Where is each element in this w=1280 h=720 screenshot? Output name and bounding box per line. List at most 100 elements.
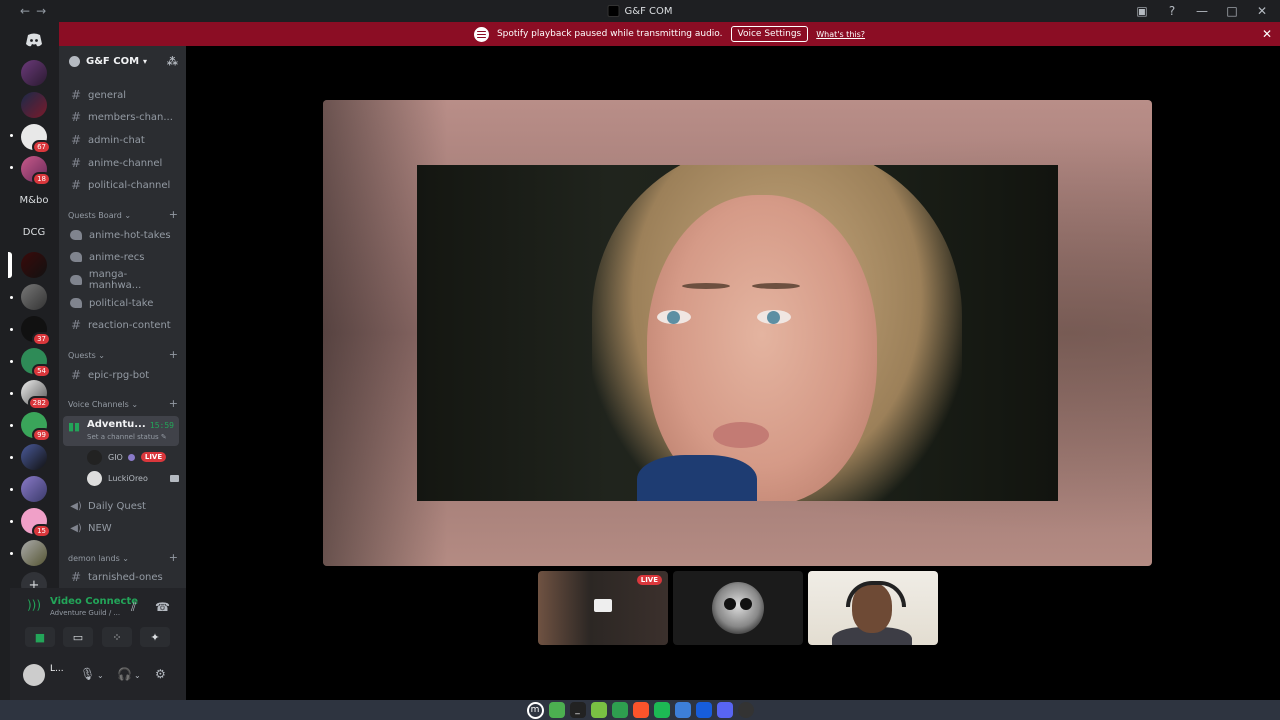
server-icon[interactable]: 54 [21,348,51,378]
forward-arrow-icon[interactable]: → [36,4,46,18]
channel-item[interactable]: # tarnished-ones [67,567,179,587]
server-icon-text[interactable]: DCG [12,227,56,238]
channel-item[interactable]: # members-chan... [67,107,179,127]
unread-pip [10,296,13,299]
files-icon[interactable] [548,702,565,718]
participant-thumbnail-stream[interactable]: LIVE [538,571,668,645]
channel-item[interactable]: # reaction-content [67,315,179,335]
channel-item[interactable]: # general [67,85,179,105]
server-icon[interactable] [21,92,47,118]
app-icon[interactable] [674,702,691,718]
obs-icon[interactable] [737,702,754,718]
active-voice-channel[interactable]: ▮▮ Adventu... 15:59 Set a channel status… [63,416,179,446]
participant-thumbnail-skull[interactable] [673,571,803,645]
channel-item[interactable]: # admin-chat [67,130,179,150]
camera-button[interactable]: ■ [25,627,55,647]
discord-taskbar-icon[interactable] [716,702,733,718]
microphone-icon[interactable]: 🎙 [80,667,95,681]
terminal-icon[interactable]: _ [569,702,586,718]
server-icon[interactable] [21,60,47,86]
channel-sidebar: G&F COM ▾ ⁂ # general # members-chan... # a… [59,46,186,588]
server-icon[interactable]: 99 [21,412,51,442]
noise-suppression-icon[interactable]: ⫽ [131,600,136,615]
unread-pip [10,552,13,555]
category-quests-board[interactable]: Quests Board ⌄ + [68,208,178,221]
voice-user-gio[interactable]: GIO LIVE [87,448,182,466]
main-video-stream[interactable] [323,100,1152,566]
close-window-icon[interactable]: ✕ [1256,4,1268,18]
guild-header[interactable]: G&F COM ▾ ⁂ [59,46,186,76]
server-icon[interactable] [21,284,47,310]
chevron-down-icon[interactable]: ⌄ [97,671,104,680]
forum-channel-item[interactable]: anime-recs [67,247,179,267]
video-subject-eye [757,310,791,324]
server-icon[interactable]: 282 [21,380,51,410]
add-channel-icon[interactable]: + [169,397,178,410]
skull-avatar [712,582,764,634]
avatar[interactable] [23,664,45,686]
app-icon[interactable] [590,702,607,718]
brave-icon[interactable] [632,702,649,718]
signal-icon: ))) [27,598,42,612]
minimize-icon[interactable]: — [1196,4,1208,18]
forum-channel-item[interactable]: manga-manhwa... [67,269,179,291]
server-icon[interactable] [21,444,47,470]
video-subject-lips [713,422,769,448]
whats-this-link[interactable]: What's this? [816,30,865,39]
channel-status-input[interactable]: Set a channel status ✎ [87,433,167,441]
close-banner-icon[interactable]: ✕ [1262,27,1272,41]
unread-pip [10,520,13,523]
username[interactable]: L... [50,664,64,674]
server-icon-text[interactable]: M&bo [12,195,56,206]
headphones-icon[interactable]: 🎧 [117,667,132,681]
server-icon[interactable]: 18 [21,156,51,186]
server-icon[interactable] [21,540,47,566]
maximize-icon[interactable]: □ [1226,4,1238,18]
participant-thumbnail-camera[interactable] [808,571,938,645]
settings-gear-icon[interactable]: ⚙ [155,667,166,681]
category-demon-lands[interactable]: demon lands ⌄ + [68,551,178,564]
disconnect-icon[interactable]: ☎ [155,600,170,614]
shield-icon[interactable] [611,702,628,718]
voice-channel-item[interactable]: ◀) Daily Quest [67,496,179,516]
voice-user-luckioreo[interactable]: LuckiOreo [87,469,182,487]
category-quests[interactable]: Quests ⌄ + [68,348,178,361]
server-icon[interactable] [21,476,47,502]
channel-item[interactable]: # anime-channel [67,153,179,173]
hash-icon: # [70,178,82,192]
spotify-taskbar-icon[interactable] [653,702,670,718]
bitwarden-icon[interactable] [695,702,712,718]
soundboard-button[interactable]: ✦ [140,627,170,647]
voice-connection-status[interactable]: Video Connecte [50,596,138,607]
channel-item[interactable]: # epic-rpg-bot [67,365,179,385]
chevron-down-icon[interactable]: ⌄ [134,671,141,680]
chevron-down-icon: ▾ [143,56,148,66]
banner-message: Spotify playback paused while transmitti… [496,29,723,39]
add-channel-icon[interactable]: + [169,551,178,564]
forum-channel-item[interactable]: anime-hot-takes [67,225,179,245]
hash-icon: # [70,570,82,584]
server-icon[interactable]: 15 [21,508,51,538]
forum-channel-item[interactable]: political-take [67,293,179,313]
hash-icon: # [70,133,82,147]
inbox-icon[interactable]: ▣ [1136,4,1148,18]
server-icon[interactable]: 67 [21,124,51,154]
add-channel-icon[interactable]: + [169,208,178,221]
mint-menu-icon[interactable]: m [526,701,544,719]
channel-item[interactable]: # political-channel [67,175,179,195]
help-icon[interactable]: ? [1166,4,1178,18]
voice-channel-item[interactable]: ◀) NEW [67,518,179,538]
activities-button[interactable]: ⁘ [102,627,132,647]
live-badge: LIVE [140,452,167,462]
server-icon-selected[interactable] [21,252,47,278]
server-icon[interactable]: 37 [21,316,51,346]
discord-home-icon[interactable] [21,27,47,53]
category-voice-channels[interactable]: Voice Channels ⌄ + [68,397,178,410]
invite-people-icon[interactable]: ⁂ [167,55,178,68]
forum-icon [70,252,82,262]
screen-share-button[interactable]: ▭ [63,627,93,647]
voice-settings-button[interactable]: Voice Settings [730,26,809,42]
add-channel-icon[interactable]: + [169,348,178,361]
video-subject-eye [657,310,691,324]
back-arrow-icon[interactable]: ← [20,4,30,18]
